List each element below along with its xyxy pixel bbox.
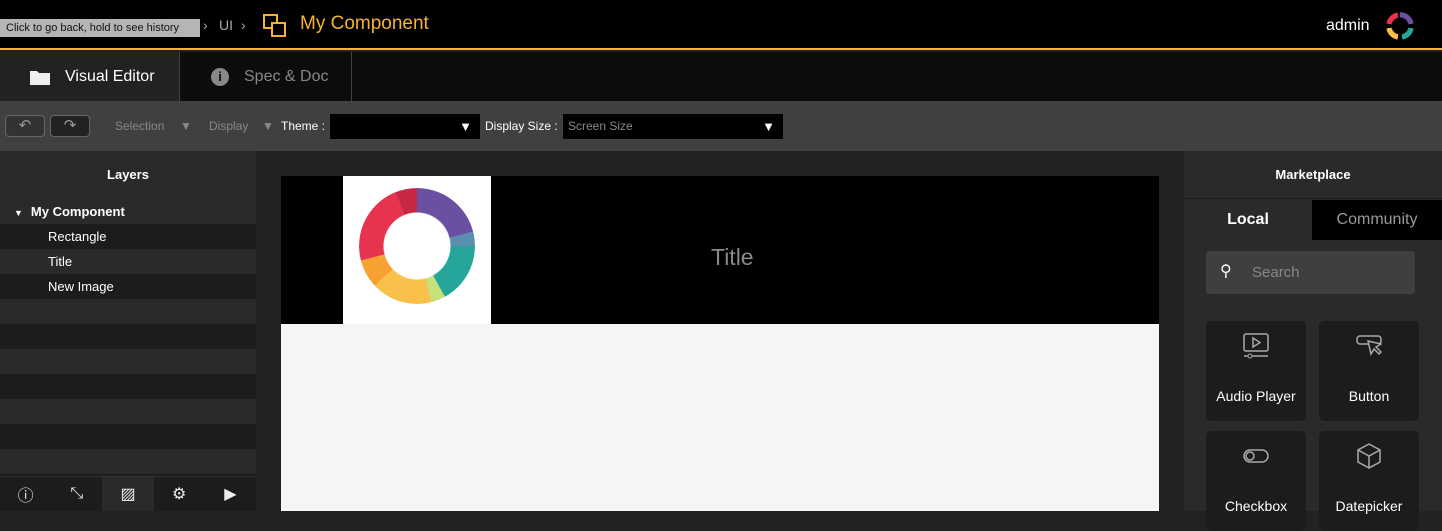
card-label: Datepicker bbox=[1335, 498, 1403, 514]
image-icon[interactable]: ▨ bbox=[102, 477, 154, 511]
redo-button[interactable]: ↷ bbox=[50, 115, 90, 137]
tab-visual-editor[interactable]: Visual Editor bbox=[0, 52, 180, 101]
component-card-datepicker[interactable]: Datepicker bbox=[1319, 431, 1419, 531]
selection-dropdown[interactable]: Selection bbox=[115, 119, 164, 133]
tab-label: Spec & Doc bbox=[244, 67, 329, 85]
marketplace-title: Marketplace bbox=[1184, 151, 1442, 199]
info-icon[interactable]: ⓘ bbox=[0, 477, 51, 511]
caret-down-icon: ▼ bbox=[459, 119, 472, 134]
empty-row bbox=[0, 349, 256, 374]
caret-down-icon: ▼ bbox=[762, 119, 775, 134]
resize-icon[interactable]: ⤡ bbox=[51, 477, 102, 511]
search-icon: ⚲ bbox=[1220, 263, 1232, 280]
video-player-icon bbox=[1243, 333, 1269, 359]
app-header: Click to go back, hold to see history › … bbox=[0, 0, 1442, 50]
info-icon: i bbox=[211, 67, 229, 86]
display-size-select[interactable]: Screen Size ▼ bbox=[563, 114, 783, 139]
component-card-button[interactable]: Button bbox=[1319, 321, 1419, 421]
layers-title: Layers bbox=[0, 151, 256, 199]
tab-spec-doc[interactable]: i Spec & Doc bbox=[180, 52, 352, 101]
play-icon[interactable]: ▶ bbox=[205, 477, 256, 511]
display-size-label: Display Size : bbox=[485, 119, 558, 133]
card-label: Audio Player bbox=[1216, 388, 1296, 404]
cursor-click-icon bbox=[1356, 335, 1383, 356]
panel-bottom-bar: ⓘ ⤡ ▨ ⚙ ▶ bbox=[0, 476, 256, 511]
theme-label: Theme : bbox=[281, 119, 326, 133]
layer-item[interactable]: Title bbox=[0, 249, 256, 274]
layer-label: My Component bbox=[30, 204, 125, 219]
tab-local[interactable]: Local bbox=[1184, 200, 1312, 240]
layer-item[interactable]: Rectangle bbox=[0, 224, 256, 249]
display-size-value: Screen Size bbox=[568, 119, 633, 133]
marketplace-panel: Marketplace Local Community ⚲ Search Aud… bbox=[1184, 151, 1442, 531]
rectangle-layer[interactable]: Title bbox=[281, 176, 1159, 324]
caret-down-icon: ▼ bbox=[14, 208, 23, 218]
theme-select[interactable]: ▼ bbox=[330, 114, 480, 139]
design-canvas[interactable]: Title bbox=[281, 176, 1159, 511]
layer-root[interactable]: ▼ My Component bbox=[0, 199, 256, 224]
search-placeholder: Search bbox=[1252, 264, 1300, 281]
new-image-layer[interactable] bbox=[343, 176, 491, 324]
cube-icon bbox=[1357, 443, 1381, 469]
tab-community[interactable]: Community bbox=[1312, 200, 1442, 240]
logo-icon[interactable] bbox=[1386, 12, 1414, 40]
back-tooltip: Click to go back, hold to see history bbox=[0, 19, 200, 37]
display-dropdown[interactable]: Display bbox=[209, 119, 248, 133]
card-label: Button bbox=[1348, 388, 1390, 404]
toggle-icon bbox=[1243, 449, 1269, 463]
folder-icon bbox=[30, 70, 50, 85]
empty-row bbox=[0, 299, 256, 324]
breadcrumb-ui[interactable]: UI bbox=[219, 17, 233, 33]
caret-down-icon[interactable]: ▼ bbox=[262, 119, 274, 133]
search-input[interactable]: ⚲ Search bbox=[1206, 251, 1415, 294]
chevron-right-icon: › bbox=[241, 17, 246, 33]
empty-row bbox=[0, 399, 256, 424]
component-card-checkbox[interactable]: Checkbox bbox=[1206, 431, 1306, 531]
chevron-right-icon: › bbox=[203, 17, 208, 33]
card-label: Checkbox bbox=[1224, 498, 1288, 514]
undo-button[interactable]: ↶ bbox=[5, 115, 45, 137]
main-tabs: Visual Editor i Spec & Doc bbox=[0, 52, 1442, 101]
donut-image bbox=[359, 188, 475, 304]
empty-row bbox=[0, 449, 256, 474]
gears-icon[interactable]: ⚙ bbox=[154, 477, 205, 511]
page-title: My Component bbox=[300, 13, 429, 34]
caret-down-icon[interactable]: ▼ bbox=[180, 119, 192, 133]
component-icon bbox=[263, 14, 286, 37]
layer-item[interactable]: New Image bbox=[0, 274, 256, 299]
user-name[interactable]: admin bbox=[1326, 17, 1370, 35]
layers-panel: Layers ▼ My Component Rectangle Title New… bbox=[0, 151, 256, 511]
title-layer[interactable]: Title bbox=[711, 244, 754, 271]
component-card-audio-player[interactable]: Audio Player bbox=[1206, 321, 1306, 421]
tab-label: Visual Editor bbox=[65, 67, 155, 85]
